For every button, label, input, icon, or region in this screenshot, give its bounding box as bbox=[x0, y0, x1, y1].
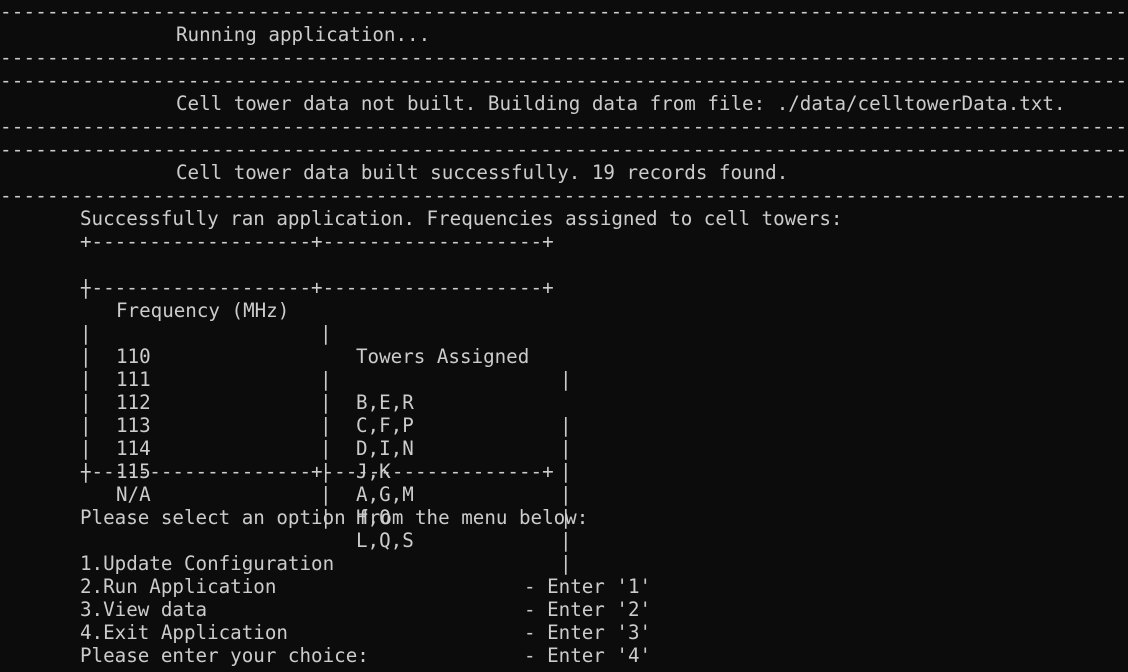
menu-item: 2.Run Application - Enter '2' bbox=[80, 552, 651, 621]
terminal-window[interactable]: ----------------------------------------… bbox=[0, 0, 1128, 672]
menu-item-label: 4.Exit Application bbox=[80, 621, 288, 644]
table-row: | 111 | C,F,P | bbox=[80, 322, 580, 460]
menu-item-key: - Enter '3' bbox=[524, 621, 652, 644]
table-pipe: | bbox=[320, 483, 332, 506]
table-border-top: +-------------------+-------------------… bbox=[80, 230, 554, 253]
table-row: | 113 | J,K | bbox=[80, 368, 580, 506]
status-message-built: Cell tower data built successfully. 19 r… bbox=[176, 161, 789, 184]
result-heading: Successfully ran application. Frequencie… bbox=[80, 207, 843, 230]
table-border-bottom: +-------------------+-------------------… bbox=[80, 460, 554, 483]
choice-input-prompt[interactable]: Please enter your choice: bbox=[80, 644, 369, 667]
table-pipe: | bbox=[560, 460, 572, 483]
separator-line: ----------------------------------------… bbox=[0, 0, 1128, 23]
table-pipe: | bbox=[560, 483, 572, 506]
table-row: | 112 | D,I,N | bbox=[80, 345, 580, 483]
separator-line: ----------------------------------------… bbox=[0, 138, 1128, 161]
menu-prompt: Please select an option from the menu be… bbox=[80, 506, 589, 529]
frequency-cell: N/A bbox=[116, 483, 151, 506]
table-row: | 114 | A,G,M | bbox=[80, 391, 580, 529]
table-row: | 110 | B,E,R | bbox=[80, 299, 580, 437]
table-border-mid: +-------------------+-------------------… bbox=[80, 276, 554, 299]
menu-item: 4.Exit Application - Enter '4' bbox=[80, 598, 651, 667]
table-row: | 115 | H,O | bbox=[80, 414, 580, 552]
menu-item-key: - Enter '4' bbox=[524, 644, 652, 667]
towers-cell: A,G,M bbox=[356, 483, 414, 506]
table-header-row: | Frequency (MHz) | Towers Assigned | bbox=[80, 253, 580, 391]
menu-item: 1.Update Configuration - Enter '1' bbox=[80, 529, 651, 598]
separator-line: ----------------------------------------… bbox=[0, 115, 1128, 138]
status-message-running: Running application... bbox=[176, 23, 431, 46]
separator-line: ----------------------------------------… bbox=[0, 184, 1128, 207]
separator-line: ----------------------------------------… bbox=[0, 69, 1128, 92]
status-message-building: Cell tower data not built. Building data… bbox=[176, 92, 1066, 115]
table-row: | N/A | L,Q,S | bbox=[80, 437, 580, 575]
menu-item: 3.View data - Enter '3' bbox=[80, 575, 651, 644]
separator-line: ----------------------------------------… bbox=[0, 46, 1128, 69]
